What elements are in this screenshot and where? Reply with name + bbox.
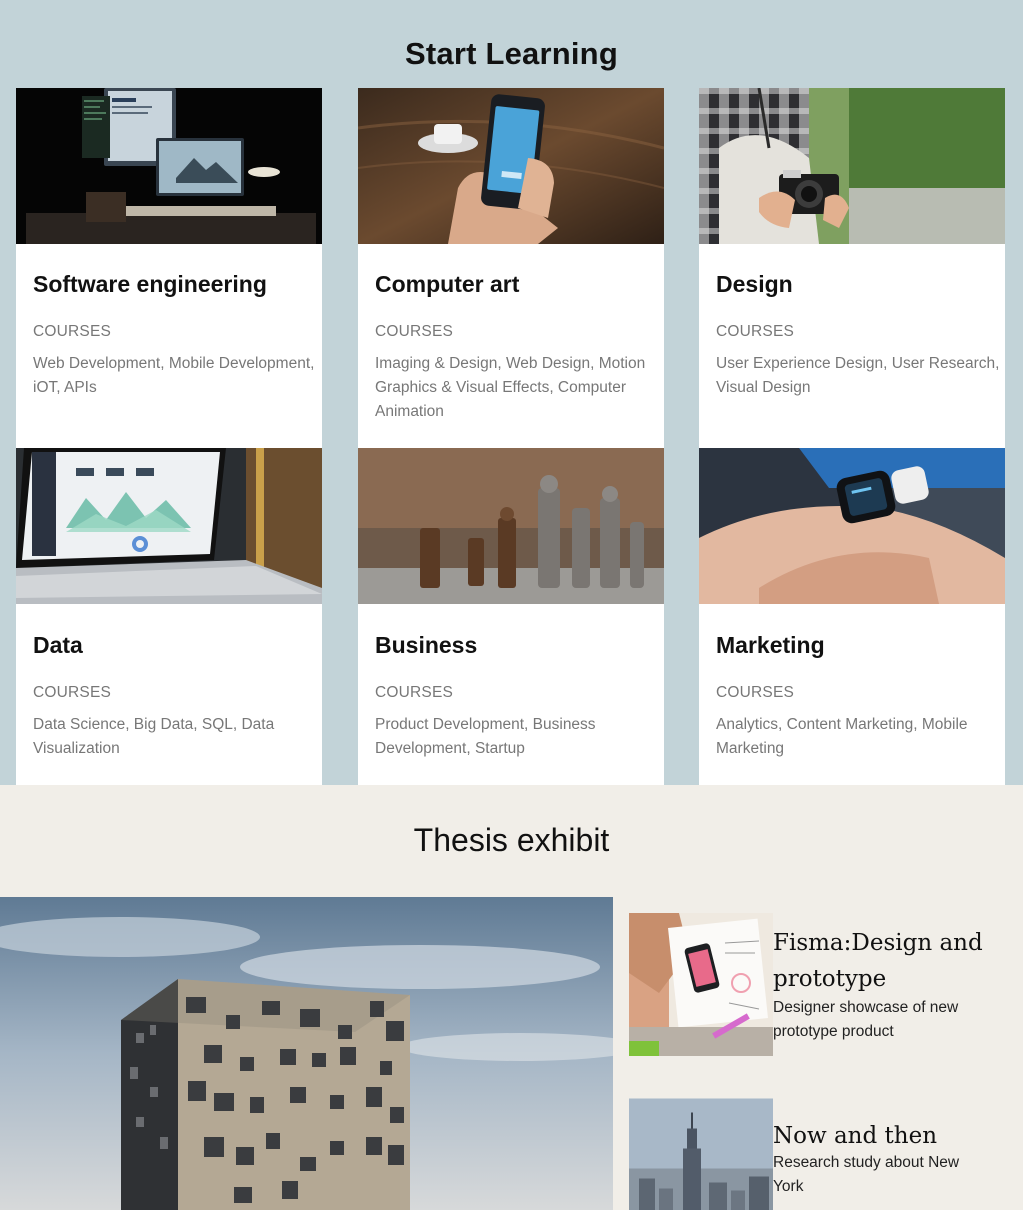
card-description: Product Development, Business Developmen… xyxy=(375,716,596,757)
card-title: Data xyxy=(33,632,83,658)
card-label: COURSES xyxy=(33,323,112,340)
thesis-item-fisma[interactable]: Fisma:Design and prototype Designer show… xyxy=(629,913,1009,1056)
thesis-item-description: Designer showcase of new prototype produ… xyxy=(773,999,959,1040)
card-label: COURSES xyxy=(375,684,454,701)
new-york-skyline-photo xyxy=(629,1088,773,1210)
hand-holding-phone-photo xyxy=(358,88,664,244)
thesis-item-now-and-then[interactable]: Now and then Research study about New Yo… xyxy=(629,1088,1009,1210)
card-title: Design xyxy=(716,271,793,297)
building-against-sky-photo[interactable] xyxy=(0,897,613,1210)
chess-pieces-photo xyxy=(358,448,664,605)
card-title: Business xyxy=(375,632,478,658)
course-card-computer-art[interactable]: Computer art COURSES Imaging & Design, W… xyxy=(358,88,664,448)
card-label: COURSES xyxy=(33,684,112,701)
course-card-software-engineering[interactable]: Software engineering COURSES Web Develop… xyxy=(16,88,322,448)
smartwatch-hand-photo xyxy=(699,448,1005,605)
card-label: COURSES xyxy=(716,323,795,340)
card-title: Marketing xyxy=(716,632,825,658)
thesis-item-description: Research study about New York xyxy=(773,1154,960,1195)
card-description: Imaging & Design, Web Design, Motion Gra… xyxy=(375,355,646,420)
card-title: Computer art xyxy=(375,271,520,297)
card-description: Data Science, Big Data, SQL, Data Visual… xyxy=(33,716,275,757)
card-label: COURSES xyxy=(716,684,795,701)
desk-computer-monitors-photo xyxy=(16,88,322,244)
thesis-item-title: Fisma:Design and prototype xyxy=(773,930,983,992)
thesis-item-title: Now and then xyxy=(773,1123,938,1149)
course-card-business[interactable]: Business COURSES Product Development, Bu… xyxy=(358,448,664,785)
course-card-design[interactable]: Design COURSES User Experience Design, U… xyxy=(699,88,1005,448)
card-description: User Experience Design, User Research, V… xyxy=(716,355,1000,396)
laptop-dashboard-photo xyxy=(16,448,322,605)
card-description: Web Development, Mobile Development, iOT… xyxy=(33,355,315,396)
section-title: Thesis exhibit xyxy=(413,822,610,858)
section-title: Start Learning xyxy=(405,36,618,71)
person-with-camera-photo xyxy=(699,88,1005,244)
card-description: Analytics, Content Marketing, Mobile Mar… xyxy=(716,716,968,757)
desk-sketching-phone-photo xyxy=(629,913,773,1056)
thesis-exhibit-section: Thesis exhibit Fisma:Design and prototyp… xyxy=(0,785,1023,1210)
start-learning-section: Start Learning Software engineering COUR… xyxy=(0,0,1023,785)
course-card-marketing[interactable]: Marketing COURSES Analytics, Content Mar… xyxy=(699,448,1005,785)
course-card-data[interactable]: Data COURSES Data Science, Big Data, SQL… xyxy=(16,448,322,785)
card-title: Software engineering xyxy=(33,271,267,297)
card-label: COURSES xyxy=(375,323,454,340)
